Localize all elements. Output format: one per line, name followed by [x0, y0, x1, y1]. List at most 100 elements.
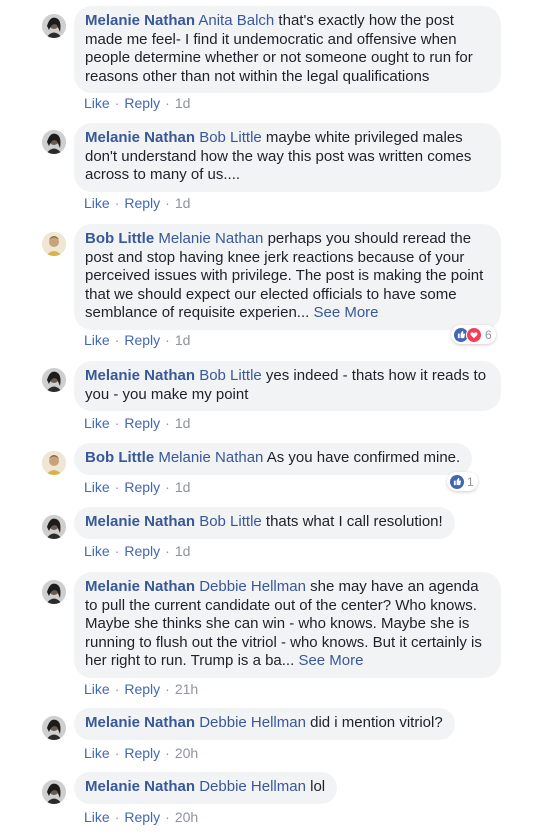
comment-timestamp[interactable]: 21h — [175, 681, 198, 697]
comment-author[interactable]: Bob Little — [85, 449, 154, 466]
comment-timestamp[interactable]: 1d — [175, 479, 191, 495]
comment-bubble: Melanie Nathan Anita Balch that's exactl… — [74, 6, 501, 93]
comment-mention[interactable]: Melanie Nathan — [158, 449, 263, 466]
comment-bubble: Melanie Nathan Debbie Hellman lol — [74, 772, 338, 804]
separator: · — [114, 415, 120, 431]
comment-author[interactable]: Melanie Nathan — [85, 778, 195, 795]
comment-mention[interactable]: Bob Little — [199, 367, 262, 384]
comment-timestamp[interactable]: 1d — [175, 332, 191, 348]
comment-bubble: Melanie Nathan Bob Little maybe white pr… — [74, 123, 501, 192]
avatar[interactable] — [42, 716, 66, 740]
like-link[interactable]: Like — [84, 745, 110, 761]
comment-author[interactable]: Melanie Nathan — [85, 129, 195, 146]
comment-bubble: Melanie Nathan Debbie Hellman she may ha… — [74, 572, 501, 678]
comment-text: thats what I call resolution! — [261, 513, 443, 530]
like-link[interactable]: Like — [84, 195, 110, 211]
comment-mention[interactable]: Bob Little — [199, 513, 262, 530]
reply-link[interactable]: Reply — [124, 543, 160, 559]
separator: · — [114, 95, 120, 111]
reaction-count: 1 — [467, 474, 474, 489]
comment-timestamp[interactable]: 1d — [175, 415, 191, 431]
comment-author[interactable]: Melanie Nathan — [85, 578, 195, 595]
separator: · — [165, 745, 170, 761]
reply-link[interactable]: Reply — [124, 415, 160, 431]
avatar[interactable] — [42, 451, 66, 475]
comment-mention[interactable]: Bob Little — [199, 129, 262, 146]
reply-link[interactable]: Reply — [124, 479, 160, 495]
comment-author[interactable]: Melanie Nathan — [85, 513, 195, 530]
avatar[interactable] — [42, 515, 66, 539]
comment-text: As you have confirmed mine. — [263, 449, 461, 466]
comment-actions: Like · Reply · 1d — [84, 415, 190, 431]
comment-bubble: Melanie Nathan Debbie Hellman did i ment… — [74, 708, 455, 740]
comment-thread: Melanie Nathan Anita Balch that's exactl… — [0, 0, 533, 835]
separator: · — [114, 543, 120, 559]
comment-actions: Like · Reply · 1d — [84, 543, 190, 559]
separator: · — [165, 543, 170, 559]
comment-text: lol — [305, 778, 326, 795]
comment-bubble: Bob Little Melanie Nathan As you have co… — [74, 443, 473, 475]
reaction-summary[interactable]: 1 — [447, 472, 478, 491]
reply-link[interactable]: Reply — [124, 95, 160, 111]
comment-author[interactable]: Melanie Nathan — [85, 367, 195, 384]
like-link[interactable]: Like — [84, 332, 110, 348]
like-reaction-icon — [450, 474, 464, 489]
comment-timestamp[interactable]: 20h — [175, 809, 198, 825]
comment-timestamp[interactable]: 20h — [175, 745, 198, 761]
avatar[interactable] — [42, 780, 66, 804]
comment-text: did i mention vitriol? — [305, 714, 443, 731]
comment-actions: Like · Reply · 1d — [84, 195, 190, 211]
reply-link[interactable]: Reply — [124, 195, 160, 211]
separator: · — [114, 745, 120, 761]
comment-author[interactable]: Melanie Nathan — [85, 12, 195, 29]
separator: · — [114, 479, 120, 495]
separator: · — [165, 195, 170, 211]
comment-author[interactable]: Bob Little — [85, 230, 154, 247]
love-reaction-icon — [466, 326, 482, 343]
separator: · — [165, 332, 170, 348]
comment-timestamp[interactable]: 1d — [175, 543, 191, 559]
avatar[interactable] — [42, 580, 66, 604]
separator: · — [165, 809, 170, 825]
like-link[interactable]: Like — [84, 415, 110, 431]
comment-actions: Like · Reply · 1d — [84, 95, 190, 111]
like-link[interactable]: Like — [84, 95, 110, 111]
comment-actions: Like · Reply · 20h — [84, 809, 198, 825]
comment-timestamp[interactable]: 1d — [175, 95, 191, 111]
comment-bubble: Bob Little Melanie Nathan perhaps you sh… — [74, 224, 501, 330]
separator: · — [114, 681, 120, 697]
see-more-link[interactable]: See More — [313, 304, 378, 321]
comment-mention[interactable]: Melanie Nathan — [158, 230, 263, 247]
reply-link[interactable]: Reply — [124, 809, 160, 825]
avatar[interactable] — [42, 232, 66, 256]
comment-actions: Like · Reply · 21h — [84, 681, 198, 697]
separator: · — [165, 479, 170, 495]
comment-bubble: Melanie Nathan Bob Little yes indeed - t… — [74, 361, 501, 411]
comment-actions: Like · Reply · 20h — [84, 745, 198, 761]
comment-author[interactable]: Melanie Nathan — [85, 714, 195, 731]
avatar[interactable] — [42, 368, 66, 392]
comment-mention[interactable]: Debbie Hellman — [199, 778, 306, 795]
reaction-count: 6 — [485, 327, 492, 342]
comment-mention[interactable]: Debbie Hellman — [199, 714, 306, 731]
avatar[interactable] — [42, 14, 66, 38]
see-more-link[interactable]: See More — [298, 652, 363, 669]
like-link[interactable]: Like — [84, 479, 110, 495]
avatar[interactable] — [42, 130, 66, 154]
separator: · — [165, 95, 170, 111]
reply-link[interactable]: Reply — [124, 745, 160, 761]
comment-actions: Like · Reply · 1d — [84, 479, 190, 495]
reaction-summary[interactable]: 6 — [451, 325, 496, 344]
comment-actions: Like · Reply · 1d — [84, 332, 190, 348]
reply-link[interactable]: Reply — [124, 681, 160, 697]
comment-mention[interactable]: Anita Balch — [198, 12, 274, 29]
separator: · — [165, 415, 170, 431]
comment-bubble: Melanie Nathan Bob Little thats what I c… — [74, 507, 455, 539]
separator: · — [114, 809, 120, 825]
reply-link[interactable]: Reply — [124, 332, 160, 348]
like-link[interactable]: Like — [84, 681, 110, 697]
like-link[interactable]: Like — [84, 543, 110, 559]
comment-mention[interactable]: Debbie Hellman — [199, 578, 306, 595]
comment-timestamp[interactable]: 1d — [175, 195, 191, 211]
like-link[interactable]: Like — [84, 809, 110, 825]
